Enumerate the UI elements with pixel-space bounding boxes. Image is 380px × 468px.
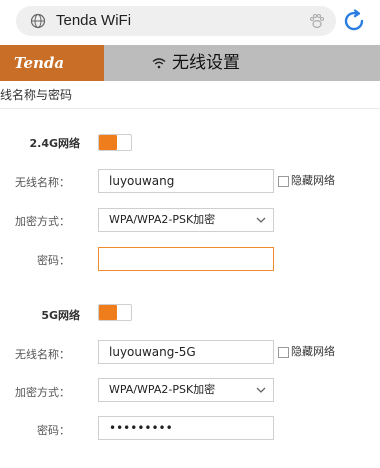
browser-toolbar: Tenda WiFi [0,0,380,42]
chevron-down-icon [256,387,266,393]
hide-24g-checkbox[interactable] [278,176,289,187]
hide-24g-label: 隐藏网络 [291,174,335,187]
toggle-knob [99,135,117,150]
security-24g-label: 加密方式： [15,215,70,228]
hide-5g-label: 隐藏网络 [291,345,335,358]
divider [0,108,380,109]
band-5g-toggle[interactable] [98,304,132,321]
section-title: 无线名称与密码 [0,87,72,103]
globe-icon [30,13,46,29]
password-5g-input[interactable]: ••••••••• [98,416,274,440]
security-5g-select[interactable]: WPA/WPA2-PSK加密 [98,378,274,402]
logo-text: Tenda [14,54,65,72]
security-5g-label: 加密方式： [15,386,70,399]
ssid-5g-input[interactable]: luyouwang-5G [98,340,274,364]
wifi-icon [152,58,166,69]
hide-5g-checkbox[interactable] [278,347,289,358]
page-title: 无线设置 [172,53,240,73]
security-24g-value: WPA/WPA2-PSK加密 [109,213,216,226]
logo: Tenda [0,45,104,81]
security-24g-select[interactable]: WPA/WPA2-PSK加密 [98,208,274,232]
reload-icon[interactable] [342,9,366,33]
router-header: Tenda 无线设置 [0,45,380,81]
paw-icon[interactable] [308,12,326,30]
address-title: Tenda WiFi [56,12,132,29]
password-5g-label: 密码： [37,424,70,437]
password-24g-input[interactable] [98,247,274,271]
chevron-down-icon [256,217,266,223]
band-5g-label: 5G网络 [41,309,80,322]
band-24g-toggle[interactable] [98,134,132,151]
ssid-24g-label: 无线名称： [15,176,70,189]
ssid-24g-input[interactable]: luyouwang [98,169,274,193]
address-bar[interactable]: Tenda WiFi [16,6,336,36]
ssid-5g-label: 无线名称： [15,348,70,361]
header-title-area: 无线设置 [104,45,380,81]
toggle-knob [99,305,117,320]
password-24g-label: 密码： [37,254,70,267]
band-24g-label: 2.4G网络 [29,137,80,150]
section-title-text: 无线名称与密码 [0,88,73,102]
security-5g-value: WPA/WPA2-PSK加密 [109,383,216,396]
